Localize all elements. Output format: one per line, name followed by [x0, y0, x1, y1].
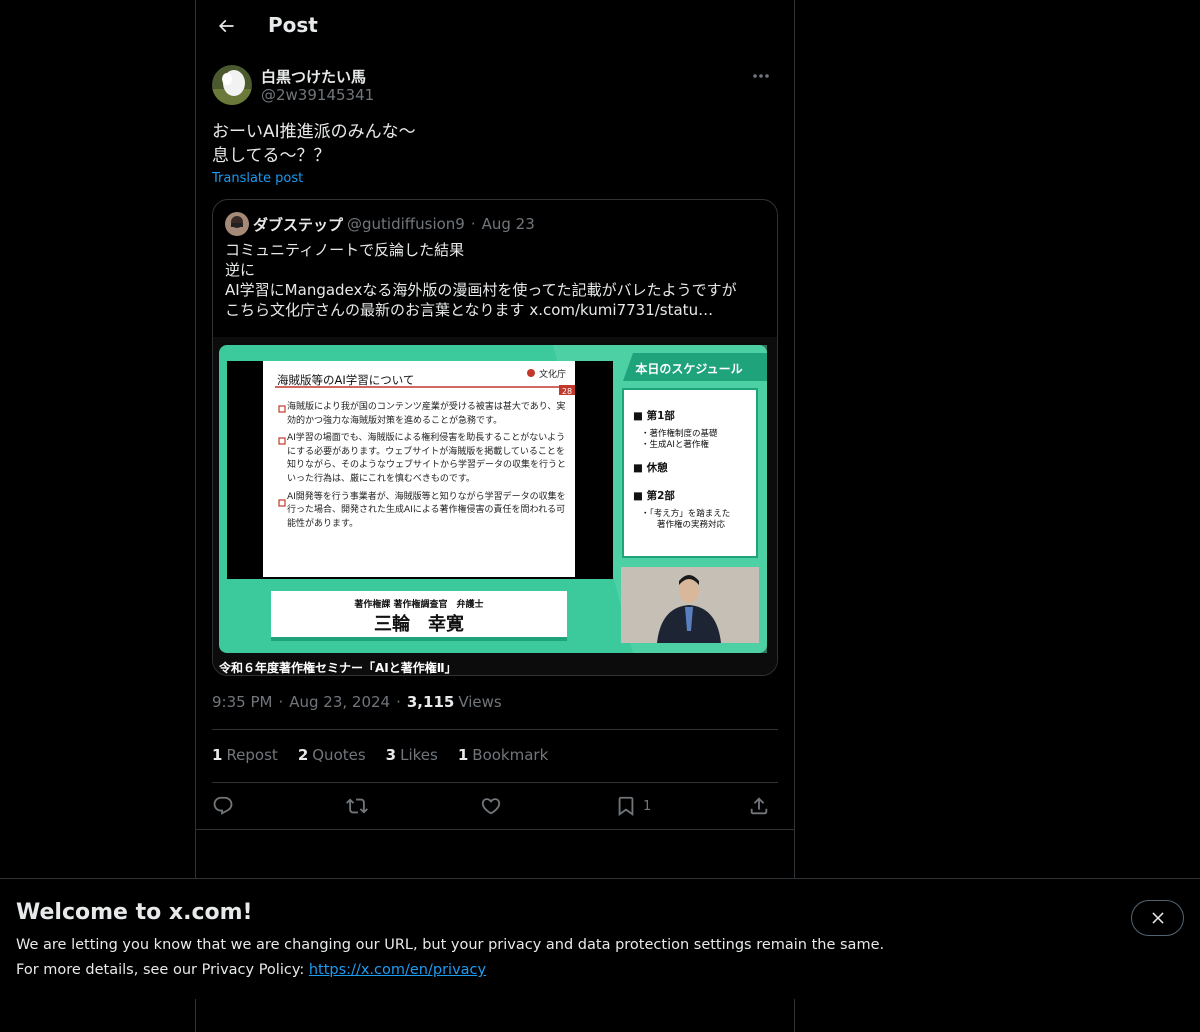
- slide-bullet-3: AI開発等を行う事業者が、海賊版等と知りながら学習データの収集を行った場合、開発…: [287, 491, 566, 529]
- quoted-post[interactable]: ダブステップ @gutidiffusion9 · Aug 23 コミュニティノー…: [212, 199, 778, 676]
- banner-policy-line: For more details, see our Privacy Policy…: [16, 962, 486, 978]
- post-time[interactable]: 9:35 PM: [212, 693, 272, 711]
- divider: [212, 729, 778, 730]
- slide-logo: 文化庁: [539, 368, 566, 380]
- close-banner-button[interactable]: [1131, 900, 1184, 936]
- bookmark-button[interactable]: 1: [615, 793, 651, 819]
- quote-author-name: ダブステップ: [253, 215, 344, 234]
- close-icon: [1151, 912, 1164, 924]
- privacy-policy-link[interactable]: https://x.com/en/privacy: [309, 962, 486, 978]
- quote-author-handle: @gutidiffusion9: [347, 215, 465, 233]
- reposts-label: Repost: [226, 746, 278, 764]
- bookmarks-stat[interactable]: 1 Bookmark: [458, 746, 548, 764]
- schedule-title: 本日のスケジュール: [635, 361, 742, 376]
- quotes-label: Quotes: [312, 746, 366, 764]
- post-date[interactable]: Aug 23, 2024: [289, 693, 390, 711]
- quote-text: コミュニティノートで反論した結果 逆に AI学習にMangadexなる海外版の漫…: [225, 241, 737, 319]
- quote-avatar: [225, 212, 249, 236]
- quotes-stat[interactable]: 2 Quotes: [298, 746, 366, 764]
- like-button[interactable]: [480, 793, 502, 819]
- repost-button[interactable]: [346, 793, 368, 819]
- avatar[interactable]: [212, 65, 252, 105]
- separator-dot: ·: [396, 693, 401, 711]
- quotes-count: 2: [297, 746, 309, 764]
- reply-icon: [213, 796, 233, 815]
- quote-header: ダブステップ @gutidiffusion9 · Aug 23: [225, 212, 535, 236]
- reposts-stat[interactable]: 1 Repost: [212, 746, 278, 764]
- banner-policy-prefix: For more details, see our Privacy Policy…: [16, 962, 309, 978]
- slide-bullet-2: AI学習の場面でも、海賊版による権利侵害を助長することがないようにする必要があり…: [287, 433, 567, 484]
- likes-count: 3: [385, 746, 397, 764]
- likes-label: Likes: [400, 746, 438, 764]
- post-meta: 9:35 PM · Aug 23, 2024 · 3,115 Views: [212, 693, 502, 711]
- speaker-name: 三輪 幸寛: [374, 613, 464, 635]
- share-button[interactable]: [748, 793, 770, 819]
- engagement-stats: 1 Repost 2 Quotes 3 Likes 1 Bookmark: [212, 746, 548, 764]
- welcome-banner: Welcome to x.com! We are letting you kno…: [0, 878, 1200, 999]
- slide-title: 海賊版等のAI学習について: [277, 373, 414, 387]
- repost-icon: [346, 798, 368, 814]
- speaker-role: 著作権課 著作権調査官 弁護士: [354, 598, 483, 610]
- author-handle[interactable]: @2w39145341: [261, 86, 374, 104]
- slide-bullet-1: 海賊版により我が国のコンテンツ産業が受ける被害は甚大であり、実効的かつ強力な海賊…: [287, 402, 566, 426]
- schedule-part1-item-1: ・著作権制度の基礎: [641, 428, 718, 439]
- bookmark-icon: [618, 796, 634, 817]
- banner-title: Welcome to x.com!: [16, 900, 253, 925]
- schedule-part2-item-1: ・「考え方」を踏まえた: [641, 508, 730, 519]
- schedule-break: ■ 休憩: [633, 461, 668, 474]
- divider: [196, 829, 794, 830]
- likes-stat[interactable]: 3 Likes: [386, 746, 438, 764]
- schedule-part2-item-2: 著作権の実務対応: [657, 519, 726, 530]
- reposts-count: 1: [212, 746, 223, 764]
- top-bar: Post: [196, 0, 794, 53]
- quote-date: Aug 23: [481, 215, 535, 233]
- schedule-part2: ■ 第2部: [633, 489, 675, 502]
- more-options-button[interactable]: [744, 64, 778, 88]
- bookmarks-label: Bookmark: [472, 746, 549, 764]
- views-label: Views: [458, 693, 502, 711]
- reply-button[interactable]: [212, 793, 234, 819]
- banner-message: We are letting you know that we are chan…: [16, 937, 885, 953]
- author-name[interactable]: 白黒つけたい馬: [261, 66, 366, 87]
- schedule-part1-item-2: ・生成AIと著作権: [641, 439, 709, 450]
- like-icon: [481, 798, 501, 815]
- slide-page: 28: [562, 387, 572, 396]
- action-bar: 1: [212, 793, 778, 819]
- separator-dot: ·: [470, 215, 476, 233]
- bookmarks-count: 1: [457, 746, 469, 764]
- back-button[interactable]: [208, 8, 244, 44]
- more-icon: [753, 74, 769, 78]
- separator-dot: ·: [278, 693, 284, 711]
- divider: [212, 782, 778, 783]
- post-author: 白黒つけたい馬 @2w39145341: [212, 64, 778, 108]
- translate-post-link[interactable]: Translate post: [212, 171, 303, 186]
- video-caption: 令和６年度著作権セミナー「AIと著作権Ⅱ」: [218, 660, 457, 675]
- views-count: 3,115: [406, 693, 455, 711]
- quote-media[interactable]: 28 文化庁 海賊版等のAI学習について 海賊版により我が国のコンテンツ産業が受…: [213, 337, 777, 675]
- schedule-part1: ■ 第1部: [633, 409, 675, 422]
- post-text: おーいAI推進派のみんな〜 息してる〜？？: [212, 122, 416, 166]
- share-icon: [750, 797, 768, 815]
- page-title: Post: [268, 13, 318, 37]
- bookmark-count: 1: [643, 798, 652, 814]
- arrow-left-icon: [218, 19, 234, 33]
- seminar-slide-image: 28 文化庁 海賊版等のAI学習について 海賊版により我が国のコンテンツ産業が受…: [213, 337, 777, 675]
